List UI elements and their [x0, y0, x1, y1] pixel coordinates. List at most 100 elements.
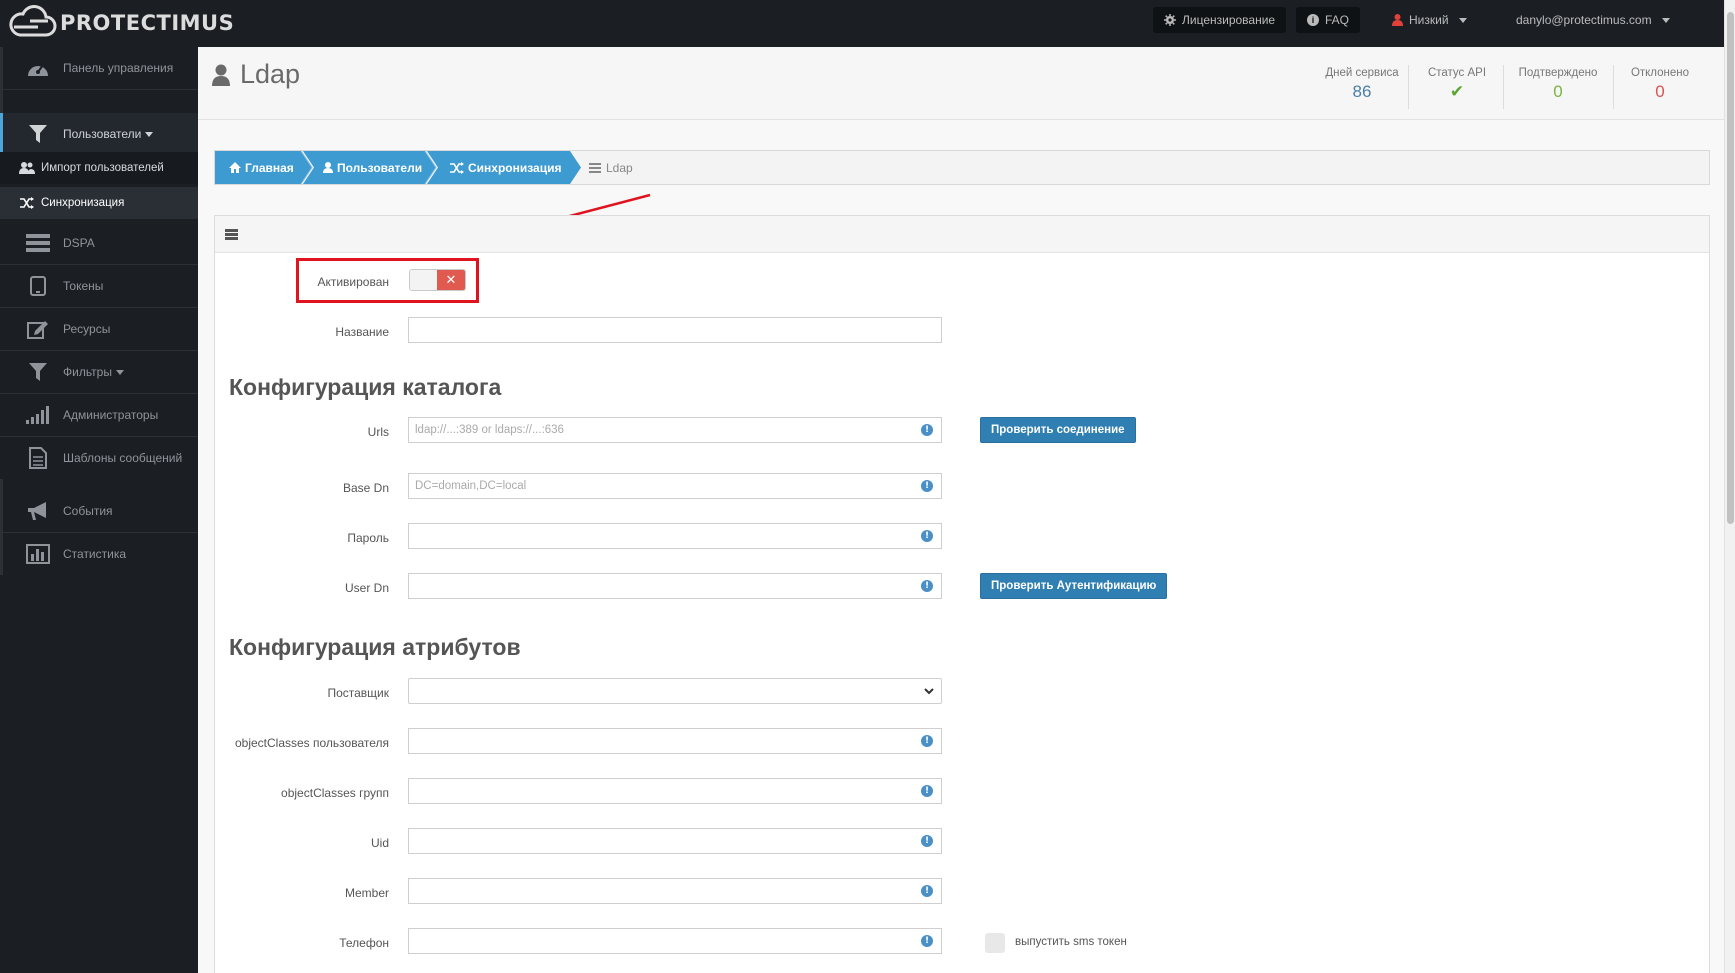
- cloud-logo-icon: [9, 5, 57, 37]
- chevron-down-icon: [1661, 17, 1670, 23]
- scrollbar-thumb[interactable]: [1727, 12, 1734, 524]
- breadcrumb-home-label: Главная: [245, 160, 294, 175]
- sidebar-item-resources[interactable]: Ресурсы: [3, 308, 198, 350]
- info-icon[interactable]: !: [921, 530, 933, 542]
- group-objectclasses-input[interactable]: !: [408, 778, 942, 804]
- shuffle-icon: [450, 161, 464, 174]
- top-navbar: PROTECTIMUS Лицензирование i FAQ Низкий …: [0, 0, 1724, 47]
- check-auth-button[interactable]: Проверить Аутентификацию: [980, 573, 1168, 599]
- sidebar-item-statistics[interactable]: Статистика: [3, 533, 198, 575]
- sidebar-item-administrators[interactable]: Администраторы: [3, 394, 198, 436]
- sidebar: Панель управления Пользователи Импорт по…: [0, 47, 198, 973]
- sidebar-item-tokens[interactable]: Токены: [3, 265, 198, 307]
- info-icon[interactable]: !: [921, 835, 933, 847]
- licensing-button[interactable]: Лицензирование: [1153, 7, 1287, 33]
- breadcrumb-sync[interactable]: Синхронизация: [450, 151, 562, 184]
- breadcrumb-home[interactable]: Главная: [229, 151, 294, 184]
- sidebar-item-label: Пользователи: [63, 127, 142, 141]
- list-icon: [225, 229, 238, 240]
- breadcrumb-current: Ldap: [589, 151, 633, 184]
- sidebar-item-label: Панель управления: [63, 61, 174, 75]
- filter-icon: [23, 363, 53, 381]
- stat-rejected: Отклонено 0: [1615, 67, 1705, 102]
- sidebar-item-label: События: [63, 504, 113, 518]
- check-connection-button[interactable]: Проверить соединение: [980, 417, 1136, 443]
- base-dn-input[interactable]: DC=domain,DC=local !: [408, 473, 942, 499]
- sidebar-item-events[interactable]: События: [3, 490, 198, 532]
- base-dn-label: Base Dn: [342, 481, 389, 495]
- info-icon[interactable]: !: [921, 480, 933, 492]
- panel-header: [215, 216, 1709, 253]
- risk-label: Низкий: [1409, 13, 1449, 27]
- document-icon: [23, 447, 53, 469]
- chevron-down-icon: [924, 688, 934, 695]
- sidebar-item-label: Администраторы: [63, 408, 159, 422]
- issue-sms-token-checkbox[interactable]: [985, 933, 1005, 953]
- user-icon: [212, 64, 230, 86]
- stat-divider: [1613, 65, 1614, 109]
- phone-label: Телефон: [339, 936, 389, 950]
- faq-label: FAQ: [1325, 13, 1350, 27]
- stat-value: 0: [1655, 82, 1665, 101]
- chevron-down-icon: [1458, 17, 1467, 23]
- sidebar-subitem-import-users[interactable]: Импорт пользователей: [0, 152, 198, 184]
- breadcrumb: Главная Пользователи Синхронизация Ldap: [214, 150, 1710, 185]
- info-icon[interactable]: !: [921, 935, 933, 947]
- page-scrollbar[interactable]: [1724, 0, 1735, 973]
- chevron-down-icon: [145, 131, 154, 137]
- name-input[interactable]: [408, 317, 942, 343]
- user-objectclasses-input[interactable]: !: [408, 728, 942, 754]
- sidebar-subitem-sync[interactable]: Синхронизация: [0, 187, 198, 219]
- info-icon[interactable]: !: [921, 735, 933, 747]
- user-menu-dropdown[interactable]: danylo@protectimus.com: [1516, 7, 1670, 33]
- catalog-config-title: Конфигурация каталога: [229, 374, 502, 400]
- user-icon: [1392, 14, 1403, 26]
- page-title: Ldap: [212, 59, 300, 90]
- user-email: danylo@protectimus.com: [1516, 13, 1652, 27]
- urls-placeholder: ldap://...:389 or ldaps://...:636: [415, 424, 564, 436]
- sidebar-item-users[interactable]: Пользователи: [0, 113, 198, 155]
- chevron-down-icon: [115, 369, 124, 375]
- sidebar-subitem-label: Импорт пользователей: [41, 162, 164, 174]
- attributes-config-title: Конфигурация атрибутов: [229, 634, 521, 660]
- filter-icon: [23, 125, 53, 143]
- risk-level-dropdown[interactable]: Низкий: [1392, 7, 1467, 33]
- user-dn-input[interactable]: !: [408, 573, 942, 599]
- sidebar-item-dspa[interactable]: DSPA: [3, 222, 198, 264]
- annotation-highlight-box: [296, 258, 479, 303]
- group-objectclasses-label: objectClasses групп: [281, 786, 389, 800]
- breadcrumb-users-label: Пользователи: [337, 160, 423, 175]
- page-header: Ldap Дней сервиса 86 Статус API ✔ Подтве…: [198, 47, 1724, 120]
- provider-select[interactable]: [408, 678, 942, 704]
- signal-icon: [23, 406, 53, 424]
- name-label: Название: [335, 325, 389, 339]
- sidebar-item-label: Шаблоны сообщений: [63, 451, 183, 465]
- list-icon: [589, 162, 601, 173]
- member-input[interactable]: !: [408, 878, 942, 904]
- protectimus-logo[interactable]: PROTECTIMUS: [8, 3, 234, 43]
- breadcrumb-users[interactable]: Пользователи: [323, 151, 422, 184]
- uid-label: Uid: [370, 836, 389, 850]
- info-icon[interactable]: !: [921, 424, 933, 436]
- urls-label: Urls: [367, 425, 389, 439]
- info-icon[interactable]: !: [921, 885, 933, 897]
- sidebar-item-message-templates[interactable]: Шаблоны сообщений: [3, 437, 198, 479]
- stat-confirmed: Подтверждено 0: [1505, 67, 1611, 102]
- edit-icon: [23, 319, 53, 339]
- shuffle-icon: [19, 197, 35, 209]
- password-input[interactable]: !: [408, 523, 942, 549]
- info-icon[interactable]: !: [921, 580, 933, 592]
- megaphone-icon: [23, 501, 53, 521]
- uid-input[interactable]: !: [408, 828, 942, 854]
- urls-input[interactable]: ldap://...:389 or ldaps://...:636 !: [408, 417, 942, 443]
- home-icon: [229, 162, 241, 173]
- sidebar-item-dashboard[interactable]: Панель управления: [3, 47, 198, 89]
- page-title-text: Ldap: [240, 59, 301, 89]
- sidebar-item-filters[interactable]: Фильтры: [3, 351, 198, 393]
- faq-button[interactable]: i FAQ: [1296, 7, 1361, 33]
- info-icon[interactable]: !: [921, 785, 933, 797]
- phone-input[interactable]: !: [408, 928, 942, 954]
- stat-label: Статус API: [1427, 67, 1487, 79]
- licensing-label: Лицензирование: [1182, 13, 1276, 27]
- stat-service-days: Дней сервиса 86: [1310, 67, 1414, 102]
